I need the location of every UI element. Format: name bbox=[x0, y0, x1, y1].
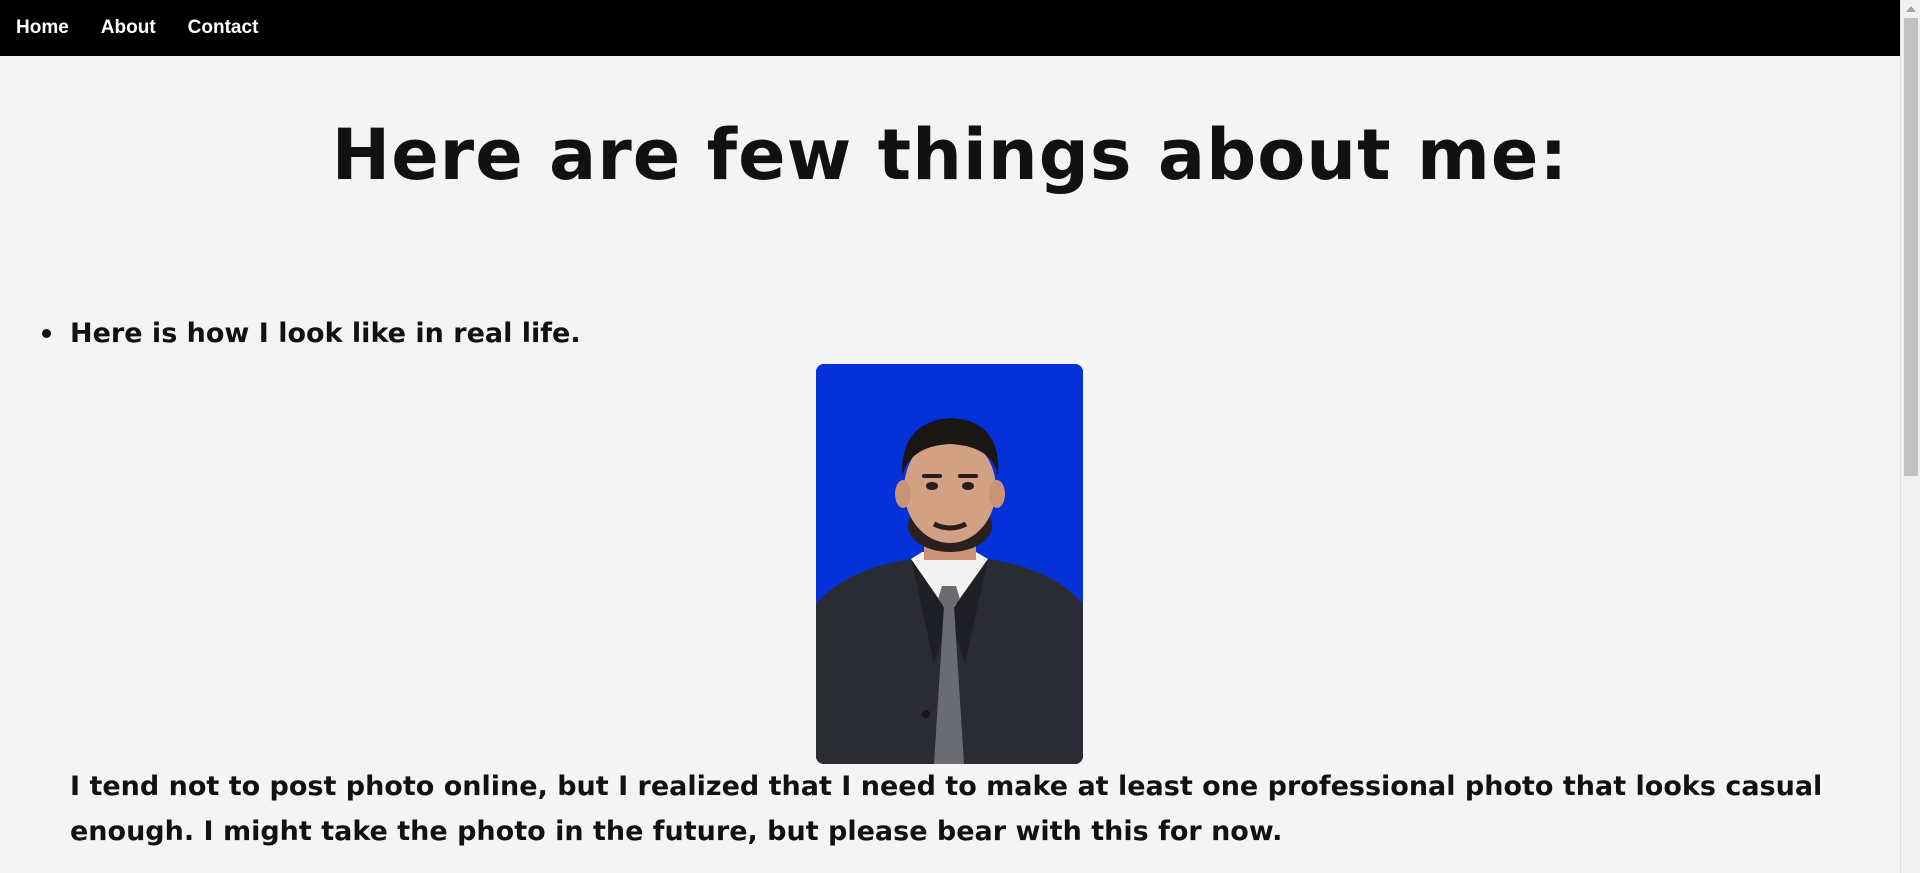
main-content: Here are few things about me: Here is ho… bbox=[0, 56, 1900, 873]
fact-heading: Here is how I look like in real life. bbox=[70, 318, 581, 349]
portrait-photo bbox=[816, 364, 1083, 764]
page-title: Here are few things about me: bbox=[331, 114, 1569, 196]
scrollbar-thumb[interactable] bbox=[1904, 18, 1918, 476]
fact-description: I tend not to post photo online, but I r… bbox=[70, 771, 1823, 847]
nav-home-link[interactable]: Home bbox=[16, 17, 69, 39]
top-navbar: Home About Contact bbox=[0, 0, 1900, 56]
nav-about-link[interactable]: About bbox=[101, 17, 156, 39]
list-item: Here is how I look like in real life. bbox=[0, 318, 1900, 350]
vertical-scrollbar[interactable] bbox=[1900, 0, 1920, 873]
nav-contact-link[interactable]: Contact bbox=[188, 17, 259, 39]
scroll-up-arrow-icon[interactable] bbox=[1906, 6, 1916, 12]
bullet-icon bbox=[42, 329, 51, 338]
facts-list: Here is how I look like in real life. bbox=[0, 318, 1900, 350]
portrait-illustration bbox=[816, 364, 1083, 764]
